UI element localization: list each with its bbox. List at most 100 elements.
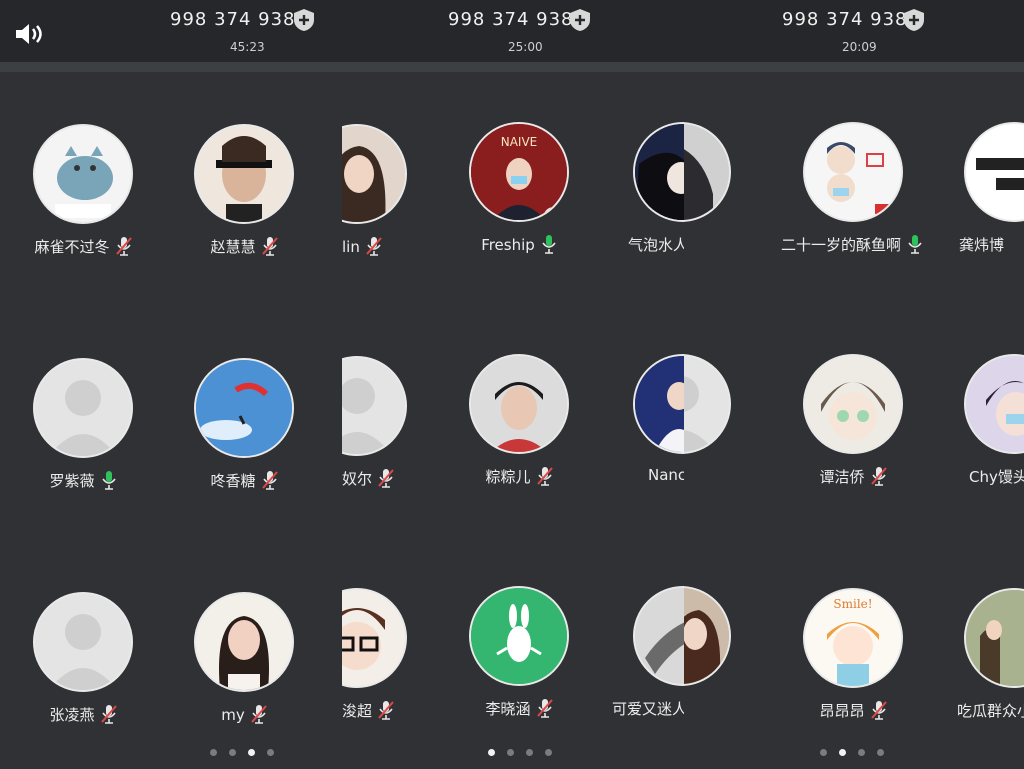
participant-tile[interactable] [684,586,766,736]
avatar [633,354,684,454]
meeting-panel-3: 998 374 938 20:09 二十一岁的酥鱼啊 谭洁侨 Smile! 昂昂… [684,0,1024,769]
page-indicator [210,749,280,759]
participant-name: 赵慧慧 [210,238,256,256]
participant-tile[interactable]: 气泡水人的反... [598,122,684,272]
avatar [964,354,1024,454]
participant-tile[interactable]: my [159,592,329,742]
avatar [684,122,731,222]
meeting-panel-2: 998 374 938 25:00 lin 奴尔 浚超 NAIVE Freshi… [342,0,684,769]
mic-muted-icon [261,237,278,256]
participant-name: 可爱又迷人锦 [612,700,684,718]
participant-name: lin [342,238,360,256]
participant-name: 龚炜博 [959,236,1005,254]
participant-tile[interactable]: Nancy [598,354,684,504]
avatar [342,356,407,456]
host-badge-icon [543,207,565,220]
participant-tile[interactable] [684,354,766,504]
avatar [342,588,407,688]
avatar [964,122,1024,222]
mic-muted-icon [261,471,278,490]
meeting-header: 998 374 938 25:00 [342,0,684,62]
mic-muted-icon [378,701,394,720]
mic-muted-icon [536,699,553,718]
participant-tile[interactable]: 浚超 [342,588,412,738]
page-dot-active[interactable] [488,749,495,756]
meeting-id[interactable]: 998 374 938 [448,9,574,30]
page-dot-active[interactable] [248,749,255,756]
mic-speaking-icon [542,235,556,254]
shield-icon[interactable] [292,8,316,32]
participant-name: 咚香糖 [210,472,256,490]
mic-muted-icon [100,705,117,724]
participant-tile[interactable]: 龚炜博 [929,122,1024,272]
participant-name: 奴尔 [342,470,373,488]
participant-name: 浚超 [342,702,373,720]
participant-tile[interactable]: Chy馒头 [929,354,1024,504]
participant-tile[interactable]: 李晓涵 [434,586,604,736]
speaker-icon[interactable] [14,22,44,46]
participant-tile[interactable]: 奴尔 [342,356,412,506]
page-dot[interactable] [858,749,865,756]
mic-muted-icon [366,237,382,256]
page-dot-active[interactable] [839,749,846,756]
mic-muted-icon [870,701,887,720]
participant-name: 二十一岁的酥鱼啊 [780,236,901,254]
page-dot[interactable] [210,749,217,756]
meeting-id[interactable]: 998 374 938 [782,9,908,30]
participant-tile[interactable]: Smile! 昂昂昂 [768,588,938,738]
avatar: NAIVE [469,122,569,222]
page-dot[interactable] [229,749,236,756]
meeting-id[interactable]: 998 374 938 [170,9,296,30]
mic-muted-icon [378,469,394,488]
meeting-timer: 25:00 [508,40,543,54]
participant-tile[interactable]: 罗紫薇 [0,358,168,508]
mic-speaking-icon [908,235,922,254]
avatar [964,588,1024,688]
mic-muted-icon [250,705,267,724]
participant-tile[interactable]: lin [342,124,412,274]
participant-tile[interactable]: 谭洁侨 [768,354,938,504]
avatar-logo-text: Smile! [833,597,872,611]
participant-tile[interactable]: 吃瓜群众小 [929,588,1024,738]
participant-tile[interactable]: 粽粽儿 [434,354,604,504]
participant-tile[interactable]: 可爱又迷人锦 [598,586,684,736]
participant-tile[interactable]: 张凌燕 [0,592,168,742]
page-dot[interactable] [877,749,884,756]
avatar [684,586,731,686]
participant-name: 李晓涵 [485,700,531,718]
participant-name: 昂昂昂 [819,702,865,720]
participant-tile[interactable]: 麻雀不过冬 [0,124,168,274]
participant-name: 麻雀不过冬 [34,238,110,256]
avatar [633,122,684,222]
participant-tile[interactable]: NAIVE Freship [434,122,604,272]
avatar [684,354,731,454]
participant-name: 张凌燕 [49,706,95,724]
page-dot[interactable] [267,749,274,756]
participant-tile[interactable]: 咚香糖 [159,358,329,508]
page-indicator [820,749,890,759]
avatar [469,586,569,686]
participant-name: 气泡水人的反... [628,236,684,254]
page-dot[interactable] [545,749,552,756]
participant-name: Nancy [648,466,684,484]
shield-icon[interactable] [568,8,592,32]
avatar [194,124,294,224]
page-dot[interactable] [820,749,827,756]
page-dot[interactable] [507,749,514,756]
avatar [803,354,903,454]
shield-icon[interactable] [902,8,926,32]
avatar [342,124,407,224]
page-dot[interactable] [526,749,533,756]
participant-tile[interactable]: 赵慧慧 [159,124,329,274]
page-indicator [488,749,558,759]
meeting-timer: 20:09 [842,40,877,54]
participant-name: 吃瓜群众小 [957,702,1024,720]
meeting-timer: 45:23 [230,40,265,54]
mic-muted-icon [536,467,553,486]
participant-tile[interactable]: 二十一岁的酥鱼啊 [768,122,938,272]
participant-name: 罗紫薇 [49,472,95,490]
avatar [194,358,294,458]
participant-name: Freship [481,236,535,254]
avatar: Smile! [803,588,903,688]
header-divider [342,62,684,72]
